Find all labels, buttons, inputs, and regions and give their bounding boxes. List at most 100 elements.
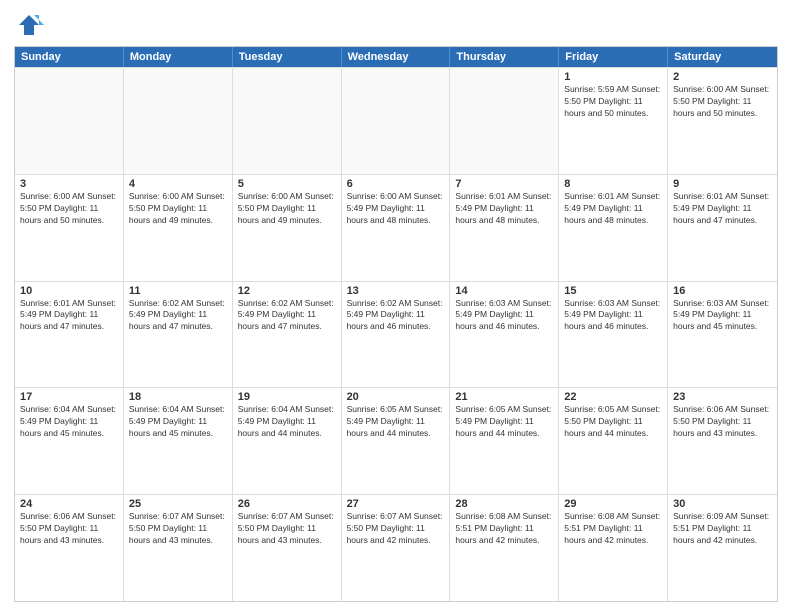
calendar-row: 17Sunrise: 6:04 AM Sunset: 5:49 PM Dayli…	[15, 387, 777, 494]
calendar-cell: 28Sunrise: 6:08 AM Sunset: 5:51 PM Dayli…	[450, 495, 559, 601]
calendar-cell: 19Sunrise: 6:04 AM Sunset: 5:49 PM Dayli…	[233, 388, 342, 494]
day-number: 14	[455, 285, 553, 297]
logo	[14, 10, 48, 40]
calendar-cell	[342, 68, 451, 174]
calendar-body: 1Sunrise: 5:59 AM Sunset: 5:50 PM Daylig…	[15, 67, 777, 601]
calendar-cell: 30Sunrise: 6:09 AM Sunset: 5:51 PM Dayli…	[668, 495, 777, 601]
weekday-header: Tuesday	[233, 47, 342, 67]
day-info: Sunrise: 6:00 AM Sunset: 5:50 PM Dayligh…	[238, 191, 336, 227]
day-number: 11	[129, 285, 227, 297]
calendar-cell: 9Sunrise: 6:01 AM Sunset: 5:49 PM Daylig…	[668, 175, 777, 281]
day-number: 22	[564, 391, 662, 403]
day-info: Sunrise: 6:06 AM Sunset: 5:50 PM Dayligh…	[20, 511, 118, 547]
day-number: 3	[20, 178, 118, 190]
day-number: 20	[347, 391, 445, 403]
day-info: Sunrise: 6:01 AM Sunset: 5:49 PM Dayligh…	[564, 191, 662, 227]
day-number: 17	[20, 391, 118, 403]
day-info: Sunrise: 6:09 AM Sunset: 5:51 PM Dayligh…	[673, 511, 772, 547]
day-number: 30	[673, 498, 772, 510]
calendar-cell: 27Sunrise: 6:07 AM Sunset: 5:50 PM Dayli…	[342, 495, 451, 601]
day-number: 23	[673, 391, 772, 403]
day-number: 29	[564, 498, 662, 510]
weekday-header: Thursday	[450, 47, 559, 67]
weekday-header: Sunday	[15, 47, 124, 67]
day-info: Sunrise: 6:07 AM Sunset: 5:50 PM Dayligh…	[129, 511, 227, 547]
weekday-header: Monday	[124, 47, 233, 67]
day-number: 27	[347, 498, 445, 510]
weekday-header: Saturday	[668, 47, 777, 67]
day-number: 13	[347, 285, 445, 297]
day-number: 26	[238, 498, 336, 510]
calendar-cell: 4Sunrise: 6:00 AM Sunset: 5:50 PM Daylig…	[124, 175, 233, 281]
day-number: 28	[455, 498, 553, 510]
calendar-cell: 25Sunrise: 6:07 AM Sunset: 5:50 PM Dayli…	[124, 495, 233, 601]
calendar-cell: 2Sunrise: 6:00 AM Sunset: 5:50 PM Daylig…	[668, 68, 777, 174]
day-number: 6	[347, 178, 445, 190]
day-info: Sunrise: 6:00 AM Sunset: 5:50 PM Dayligh…	[20, 191, 118, 227]
day-number: 15	[564, 285, 662, 297]
day-info: Sunrise: 6:02 AM Sunset: 5:49 PM Dayligh…	[129, 298, 227, 334]
calendar-cell: 23Sunrise: 6:06 AM Sunset: 5:50 PM Dayli…	[668, 388, 777, 494]
day-info: Sunrise: 6:08 AM Sunset: 5:51 PM Dayligh…	[455, 511, 553, 547]
calendar-cell	[124, 68, 233, 174]
day-info: Sunrise: 6:04 AM Sunset: 5:49 PM Dayligh…	[238, 404, 336, 440]
day-number: 10	[20, 285, 118, 297]
calendar-cell: 17Sunrise: 6:04 AM Sunset: 5:49 PM Dayli…	[15, 388, 124, 494]
day-info: Sunrise: 6:00 AM Sunset: 5:50 PM Dayligh…	[673, 84, 772, 120]
day-number: 21	[455, 391, 553, 403]
calendar: SundayMondayTuesdayWednesdayThursdayFrid…	[14, 46, 778, 602]
calendar-cell: 8Sunrise: 6:01 AM Sunset: 5:49 PM Daylig…	[559, 175, 668, 281]
day-info: Sunrise: 6:00 AM Sunset: 5:50 PM Dayligh…	[129, 191, 227, 227]
calendar-cell: 3Sunrise: 6:00 AM Sunset: 5:50 PM Daylig…	[15, 175, 124, 281]
day-info: Sunrise: 6:05 AM Sunset: 5:50 PM Dayligh…	[564, 404, 662, 440]
calendar-cell: 7Sunrise: 6:01 AM Sunset: 5:49 PM Daylig…	[450, 175, 559, 281]
day-info: Sunrise: 6:02 AM Sunset: 5:49 PM Dayligh…	[238, 298, 336, 334]
calendar-cell: 15Sunrise: 6:03 AM Sunset: 5:49 PM Dayli…	[559, 282, 668, 388]
day-number: 12	[238, 285, 336, 297]
day-number: 16	[673, 285, 772, 297]
calendar-cell: 24Sunrise: 6:06 AM Sunset: 5:50 PM Dayli…	[15, 495, 124, 601]
day-info: Sunrise: 6:01 AM Sunset: 5:49 PM Dayligh…	[455, 191, 553, 227]
calendar-cell: 12Sunrise: 6:02 AM Sunset: 5:49 PM Dayli…	[233, 282, 342, 388]
calendar-row: 24Sunrise: 6:06 AM Sunset: 5:50 PM Dayli…	[15, 494, 777, 601]
calendar-cell: 1Sunrise: 5:59 AM Sunset: 5:50 PM Daylig…	[559, 68, 668, 174]
calendar-cell: 14Sunrise: 6:03 AM Sunset: 5:49 PM Dayli…	[450, 282, 559, 388]
day-info: Sunrise: 6:03 AM Sunset: 5:49 PM Dayligh…	[564, 298, 662, 334]
day-info: Sunrise: 6:07 AM Sunset: 5:50 PM Dayligh…	[238, 511, 336, 547]
calendar-cell	[450, 68, 559, 174]
day-number: 4	[129, 178, 227, 190]
day-number: 1	[564, 71, 662, 83]
day-info: Sunrise: 6:04 AM Sunset: 5:49 PM Dayligh…	[20, 404, 118, 440]
day-number: 19	[238, 391, 336, 403]
page: SundayMondayTuesdayWednesdayThursdayFrid…	[0, 0, 792, 612]
day-info: Sunrise: 6:05 AM Sunset: 5:49 PM Dayligh…	[455, 404, 553, 440]
calendar-cell: 20Sunrise: 6:05 AM Sunset: 5:49 PM Dayli…	[342, 388, 451, 494]
day-info: Sunrise: 6:08 AM Sunset: 5:51 PM Dayligh…	[564, 511, 662, 547]
calendar-cell: 16Sunrise: 6:03 AM Sunset: 5:49 PM Dayli…	[668, 282, 777, 388]
calendar-row: 1Sunrise: 5:59 AM Sunset: 5:50 PM Daylig…	[15, 67, 777, 174]
calendar-cell	[15, 68, 124, 174]
day-number: 2	[673, 71, 772, 83]
day-info: Sunrise: 6:04 AM Sunset: 5:49 PM Dayligh…	[129, 404, 227, 440]
weekday-header: Friday	[559, 47, 668, 67]
logo-icon	[14, 10, 44, 40]
calendar-cell: 13Sunrise: 6:02 AM Sunset: 5:49 PM Dayli…	[342, 282, 451, 388]
day-number: 7	[455, 178, 553, 190]
calendar-cell: 10Sunrise: 6:01 AM Sunset: 5:49 PM Dayli…	[15, 282, 124, 388]
calendar-cell: 29Sunrise: 6:08 AM Sunset: 5:51 PM Dayli…	[559, 495, 668, 601]
day-info: Sunrise: 6:06 AM Sunset: 5:50 PM Dayligh…	[673, 404, 772, 440]
calendar-cell: 18Sunrise: 6:04 AM Sunset: 5:49 PM Dayli…	[124, 388, 233, 494]
calendar-row: 10Sunrise: 6:01 AM Sunset: 5:49 PM Dayli…	[15, 281, 777, 388]
day-number: 25	[129, 498, 227, 510]
day-number: 9	[673, 178, 772, 190]
day-info: Sunrise: 6:03 AM Sunset: 5:49 PM Dayligh…	[673, 298, 772, 334]
header	[14, 10, 778, 40]
day-number: 8	[564, 178, 662, 190]
day-info: Sunrise: 6:01 AM Sunset: 5:49 PM Dayligh…	[673, 191, 772, 227]
weekday-header: Wednesday	[342, 47, 451, 67]
calendar-cell: 26Sunrise: 6:07 AM Sunset: 5:50 PM Dayli…	[233, 495, 342, 601]
calendar-cell: 11Sunrise: 6:02 AM Sunset: 5:49 PM Dayli…	[124, 282, 233, 388]
day-number: 5	[238, 178, 336, 190]
day-info: Sunrise: 6:05 AM Sunset: 5:49 PM Dayligh…	[347, 404, 445, 440]
day-info: Sunrise: 6:03 AM Sunset: 5:49 PM Dayligh…	[455, 298, 553, 334]
